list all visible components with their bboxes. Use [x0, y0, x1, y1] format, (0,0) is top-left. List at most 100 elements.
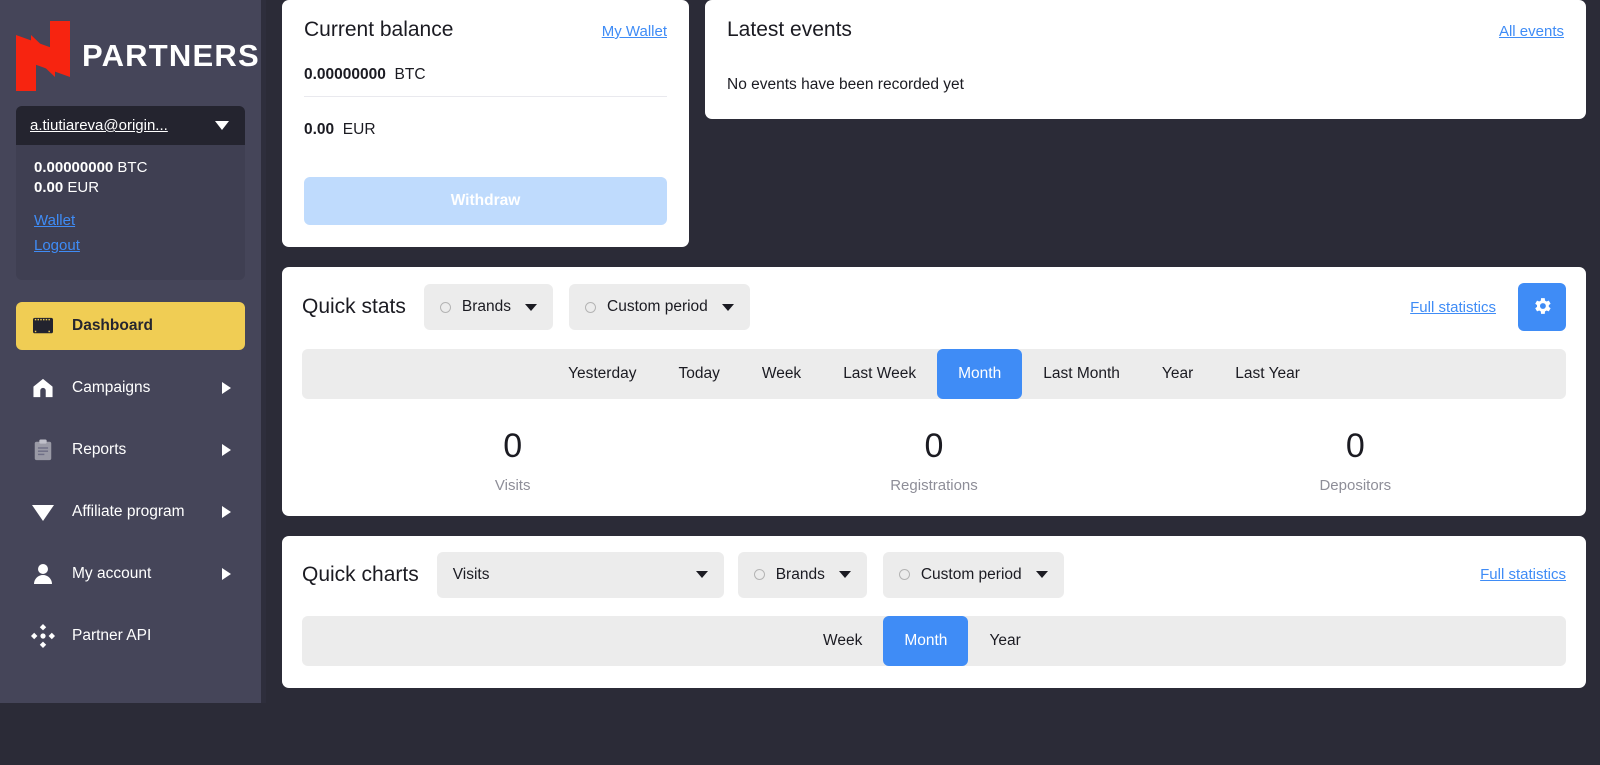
kpi-depositors: 0 Depositors [1145, 429, 1566, 494]
kpi-visits: 0Visits [302, 429, 723, 494]
n-mark-logo-icon [14, 19, 72, 93]
sidebar-item-label: My account [72, 565, 222, 583]
dashboard-icon [30, 314, 56, 338]
kpi-value: 0 [723, 429, 1144, 465]
my-wallet-link[interactable]: My Wallet [602, 23, 667, 40]
quick-charts-metric-select[interactable]: Visits [437, 552, 724, 598]
chevron-down-icon [215, 121, 229, 130]
quick-stats-period-label: Custom period [607, 298, 708, 316]
chevron-down-icon [722, 304, 734, 311]
brand: PARTNERS [0, 0, 261, 106]
sidebar-item-label: Reports [72, 441, 222, 459]
account-eur-row: 0.00 EUR [34, 179, 227, 196]
chevron-down-icon [1036, 571, 1048, 578]
quick-stats-tab-week[interactable]: Week [741, 349, 822, 399]
sidebar-nav: Dashboard Campaigns Reports Affiliate progr… [0, 302, 261, 660]
quick-stats-card: Quick stats Brands Custom period Full st… [282, 267, 1586, 516]
kpi-value: 0 [1145, 429, 1566, 465]
brand-title: PARTNERS [82, 38, 260, 74]
chevron-right-icon [222, 568, 231, 580]
kpi-registrations: 0 Registrations [723, 429, 1144, 494]
quick-stats-brands-label: Brands [462, 298, 511, 316]
sidebar-item-label: Campaigns [72, 379, 222, 397]
person-icon [30, 562, 56, 586]
quick-stats-tab-last-month[interactable]: Last Month [1022, 349, 1141, 399]
sidebar-item-my-account[interactable]: My account [16, 550, 245, 598]
chevron-right-icon [222, 444, 231, 456]
quick-stats-tab-yesterday[interactable]: Yesterday [547, 349, 657, 399]
events-title: Latest events [727, 18, 852, 42]
account-dropdown[interactable]: a.tiutiareva@origin... [16, 106, 245, 145]
quick-stats-tab-last-week[interactable]: Last Week [822, 349, 937, 399]
radio-circle-icon [440, 302, 451, 313]
events-card-header: Latest events All events [727, 18, 1564, 42]
sidebar-item-label: Affiliate program [72, 503, 222, 521]
balance-title: Current balance [304, 18, 453, 42]
quick-stats-period-tabs: YesterdayTodayWeekLast WeekMonthLast Mon… [302, 349, 1566, 399]
account-email: a.tiutiareva@origin... [30, 117, 168, 134]
chevron-down-icon [696, 571, 708, 578]
quick-charts-title: Quick charts [302, 563, 419, 587]
balance-eur-row: 0.00 EUR [304, 97, 667, 151]
main-content: Current balance My Wallet 0.00000000 BTC… [266, 0, 1600, 765]
quick-stats-title: Quick stats [302, 295, 406, 319]
radio-circle-icon [585, 302, 596, 313]
balance-btc-amount: 0.00000000 [304, 66, 386, 83]
home-icon [30, 376, 56, 400]
quick-stats-tab-last-year[interactable]: Last Year [1214, 349, 1321, 399]
quick-stats-kpis: 0Visits0Registrations0Depositors [302, 429, 1566, 494]
quick-stats-settings-button[interactable] [1518, 283, 1566, 331]
sidebar-item-affiliate-program[interactable]: Affiliate program [16, 488, 245, 536]
chevron-down-icon [525, 304, 537, 311]
withdraw-button[interactable]: Withdraw [304, 177, 667, 225]
quick-charts-header: Quick charts Visits Brands Custom period [302, 552, 1566, 598]
quick-charts-period-tabs: WeekMonthYear [302, 616, 1566, 666]
quick-charts-tab-week[interactable]: Week [802, 616, 883, 666]
gear-icon [1531, 295, 1553, 320]
quick-stats-period-filter[interactable]: Custom period [569, 284, 750, 330]
account-links: Wallet Logout [34, 212, 227, 254]
quick-stats-brands-filter[interactable]: Brands [424, 284, 553, 330]
account-btc-currency: BTC [117, 159, 147, 176]
quick-charts-period-filter[interactable]: Custom period [883, 552, 1064, 598]
quick-stats-tab-month[interactable]: Month [937, 349, 1022, 399]
quick-charts-tab-month[interactable]: Month [883, 616, 968, 666]
quick-charts-brands-filter[interactable]: Brands [738, 552, 867, 598]
sidebar-item-campaigns[interactable]: Campaigns [16, 364, 245, 412]
diamond-icon [30, 500, 56, 524]
kpi-label: Registrations [723, 477, 1144, 494]
account-box: a.tiutiareva@origin... 0.00000000 BTC 0.… [16, 106, 245, 280]
app-root: PARTNERS a.tiutiareva@origin... 0.000000… [0, 0, 1600, 765]
kpi-label: Depositors [1145, 477, 1566, 494]
sidebar-item-label: Partner API [72, 627, 231, 645]
all-events-link[interactable]: All events [1499, 23, 1564, 40]
account-btc-row: 0.00000000 BTC [34, 159, 227, 176]
balance-btc-row: 0.00000000 BTC [304, 42, 667, 96]
account-eur-amount: 0.00 [34, 179, 63, 196]
quick-stats-full-statistics-link[interactable]: Full statistics [1410, 299, 1496, 316]
quick-charts-full-statistics-link[interactable]: Full statistics [1480, 566, 1566, 583]
balance-eur-currency: EUR [343, 121, 376, 138]
wallet-link[interactable]: Wallet [34, 212, 227, 229]
account-eur-currency: EUR [67, 179, 99, 196]
quick-stats-tab-year[interactable]: Year [1141, 349, 1214, 399]
sidebar-item-partner-api[interactable]: Partner API [16, 612, 245, 660]
quick-stats-header: Quick stats Brands Custom period Full st… [302, 283, 1566, 331]
events-empty-text: No events have been recorded yet [727, 76, 1564, 94]
logout-link[interactable]: Logout [34, 237, 227, 254]
radio-circle-icon [899, 569, 910, 580]
api-arrows-icon [30, 624, 56, 648]
account-btc-amount: 0.00000000 [34, 159, 113, 176]
sidebar-item-label: Dashboard [72, 317, 231, 335]
balance-card-header: Current balance My Wallet [304, 18, 667, 42]
quick-charts-metric-label: Visits [453, 566, 490, 584]
sidebar-item-dashboard[interactable]: Dashboard [16, 302, 245, 350]
quick-stats-tab-today[interactable]: Today [657, 349, 740, 399]
radio-circle-icon [754, 569, 765, 580]
quick-charts-tab-year[interactable]: Year [968, 616, 1041, 666]
sidebar-item-reports[interactable]: Reports [16, 426, 245, 474]
balance-eur-amount: 0.00 [304, 121, 334, 138]
quick-charts-card: Quick charts Visits Brands Custom period [282, 536, 1586, 688]
chevron-right-icon [222, 382, 231, 394]
kpi-label: Visits [302, 477, 723, 494]
